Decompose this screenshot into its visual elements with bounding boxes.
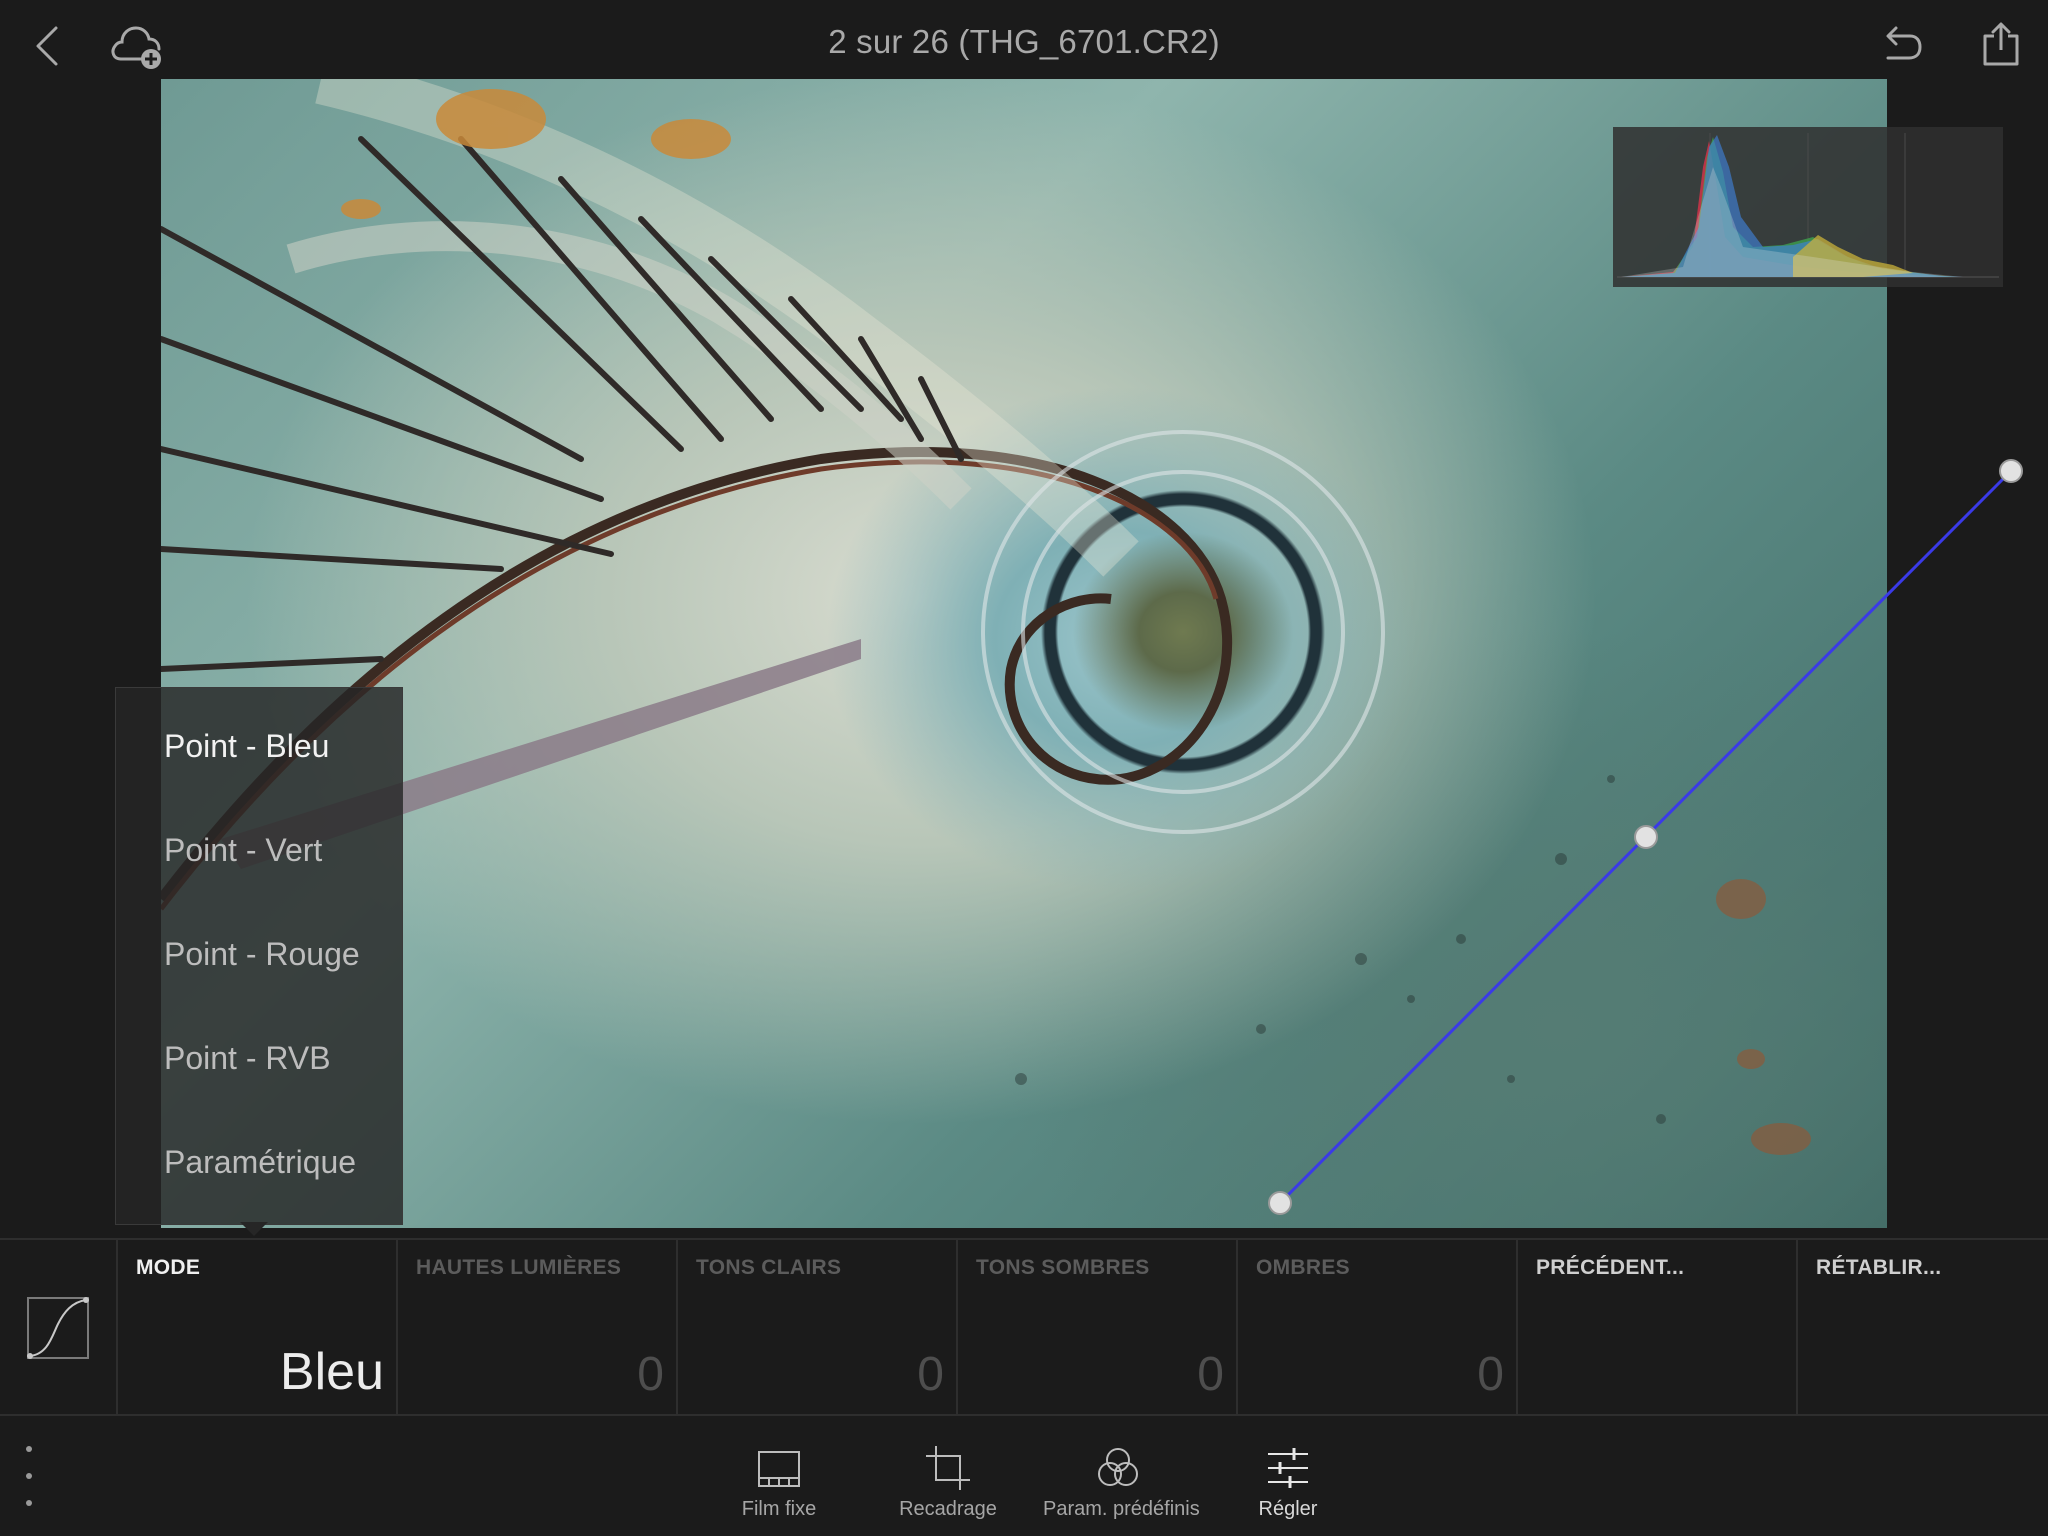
curve-point-midtones[interactable] [1633, 825, 1658, 849]
mode-menu: Point - Bleu Point - Vert Point - Rouge … [115, 687, 403, 1225]
tone-curve-tool-button[interactable] [0, 1240, 118, 1416]
panel-value-tons-sombres: 0 [1197, 1348, 1224, 1401]
tool-label: Recadrage [899, 1498, 997, 1520]
tone-curve-icon [27, 1297, 89, 1359]
panel-cell-retablir[interactable]: RÉTABLIR... [1798, 1240, 2048, 1416]
menu-item-point-vert[interactable]: Point - Vert [164, 832, 322, 869]
curve-point-highlights[interactable] [1999, 459, 2023, 483]
panel-label-tons-sombres: TONS SOMBRES [976, 1256, 1150, 1279]
menu-item-parametrique[interactable]: Paramétrique [164, 1144, 356, 1181]
share-icon [1983, 22, 2019, 66]
panel-cell-tons-clairs[interactable]: TONS CLAIRS 0 [678, 1240, 958, 1416]
tool-label: Film fixe [741, 1498, 817, 1520]
panel-cell-tons-sombres[interactable]: TONS SOMBRES 0 [958, 1240, 1238, 1416]
histogram [1613, 127, 2003, 287]
histogram-graph [1617, 133, 1999, 278]
menu-item-point-rvb[interactable]: Point - RVB [164, 1040, 331, 1077]
cloud-add-button[interactable] [104, 16, 170, 76]
panel-label-ombres: OMBRES [1256, 1256, 1350, 1279]
menu-item-point-rouge[interactable]: Point - Rouge [164, 936, 360, 973]
panel-value-tons-clairs: 0 [917, 1348, 944, 1401]
tool-label: Param. prédéfinis [1043, 1498, 1200, 1520]
menu-caret [240, 1222, 268, 1236]
panel-label-tons-clairs: TONS CLAIRS [696, 1256, 842, 1279]
panel-label-hautes-lumieres: HAUTES LUMIÈRES [416, 1256, 622, 1279]
more-vertical-icon [26, 1446, 32, 1452]
more-options-button[interactable] [18, 1446, 40, 1506]
undo-button[interactable] [1872, 16, 1932, 72]
undo-icon [1886, 26, 1922, 60]
panel-value-mode: Bleu [279, 1343, 384, 1401]
panel-value-ombres: 0 [1477, 1348, 1504, 1401]
panel-cell-mode[interactable]: MODE Bleu [118, 1240, 398, 1416]
menu-item-point-bleu[interactable]: Point - Bleu [164, 728, 329, 765]
panel-cell-hautes-lumieres[interactable]: HAUTES LUMIÈRES 0 [398, 1240, 678, 1416]
sliders-icon [1268, 1448, 1308, 1488]
share-button[interactable] [1970, 12, 2032, 76]
chevron-left-icon [36, 26, 58, 66]
crop-icon [926, 1446, 970, 1490]
tool-label: Régler [1258, 1498, 1318, 1520]
panel-cell-ombres[interactable]: OMBRES 0 [1238, 1240, 1518, 1416]
panel-label-mode: MODE [136, 1256, 201, 1279]
tool-film-fixe[interactable]: Film fixe [704, 1436, 854, 1530]
reset-button[interactable]: RÉTABLIR... [1816, 1256, 1941, 1280]
presets-icon [1098, 1448, 1138, 1486]
tool-recadrage[interactable]: Recadrage [873, 1436, 1023, 1530]
panel-cell-precedent[interactable]: PRÉCÉDENT... [1518, 1240, 1798, 1416]
back-button[interactable] [22, 18, 72, 74]
panel-value-hautes-lumieres: 0 [637, 1348, 664, 1401]
tool-regler[interactable]: Régler [1213, 1436, 1363, 1530]
previous-settings-button[interactable]: PRÉCÉDENT... [1536, 1256, 1684, 1280]
tool-param-predefinis[interactable]: Param. prédéfinis [1043, 1436, 1200, 1530]
adjustment-panel: MODE Bleu HAUTES LUMIÈRES 0 TONS CLAIRS … [0, 1238, 2048, 1416]
filmstrip-icon [758, 1451, 800, 1487]
curve-point-shadows[interactable] [1268, 1191, 1292, 1215]
cloud-add-icon [111, 26, 161, 69]
page-title: 2 sur 26 (THG_6701.CR2) [828, 23, 1220, 60]
bottom-toolbar: Film fixe Recadrage Param. prédéfinis Ré… [0, 1416, 2048, 1536]
